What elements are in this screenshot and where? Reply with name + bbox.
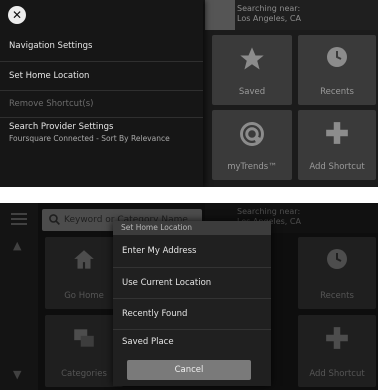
searching-near-label: Searching near: bbox=[237, 4, 301, 13]
plus-icon bbox=[326, 122, 348, 144]
menu-item-label: Remove Shortcut(s) bbox=[9, 99, 94, 109]
options-menu: ✕ Navigation Settings Set Home Location … bbox=[0, 0, 203, 187]
tile-recents-label: Recents bbox=[320, 87, 354, 97]
menu-item-remove-shortcuts[interactable]: Remove Shortcut(s) bbox=[0, 91, 203, 118]
option-recently-found[interactable]: Recently Found bbox=[113, 299, 271, 330]
set-home-location-dialog: Set Home Location Enter My Address Use C… bbox=[113, 221, 271, 386]
option-use-current-location[interactable]: Use Current Location bbox=[113, 268, 271, 299]
cancel-button[interactable]: Cancel bbox=[127, 360, 251, 380]
option-label: Enter My Address bbox=[122, 246, 197, 256]
option-enter-my-address[interactable]: Enter My Address bbox=[113, 235, 271, 268]
menu-item-set-home-location[interactable]: Set Home Location bbox=[0, 62, 203, 91]
option-label: Use Current Location bbox=[122, 278, 212, 288]
menu-item-search-provider-settings[interactable]: Search Provider Settings Foursquare Conn… bbox=[0, 122, 203, 152]
close-icon[interactable]: ✕ bbox=[8, 6, 26, 24]
screen-set-home-location: ▲ ▼ Keyword or Category Name Searching n… bbox=[0, 203, 378, 390]
screen-navigation-menu: Saved Recents myTrends™ Add Shortcut Sea… bbox=[0, 0, 378, 187]
searching-near-location: Los Angeles, CA bbox=[237, 14, 301, 23]
tile-saved[interactable]: Saved bbox=[212, 35, 292, 105]
searching-near: Searching near: Los Angeles, CA bbox=[205, 0, 378, 30]
option-saved-place[interactable]: Saved Place bbox=[113, 330, 271, 355]
option-label: Saved Place bbox=[122, 337, 174, 347]
menu-item-label: Navigation Settings bbox=[9, 41, 93, 51]
menu-item-label: Set Home Location bbox=[9, 71, 90, 81]
menu-item-label: Search Provider Settings bbox=[9, 122, 114, 132]
option-label: Recently Found bbox=[122, 309, 188, 319]
star-icon bbox=[240, 47, 264, 70]
tile-saved-label: Saved bbox=[238, 87, 266, 97]
dialog-title: Set Home Location bbox=[113, 221, 271, 235]
location-thumbnail bbox=[205, 0, 235, 30]
trends-icon bbox=[240, 122, 264, 146]
menu-item-sublabel: Foursquare Connected - Sort By Relevance bbox=[9, 134, 170, 143]
tile-mytrends[interactable]: myTrends™ bbox=[212, 110, 292, 180]
menu-item-navigation-settings[interactable]: Navigation Settings bbox=[0, 31, 203, 62]
clock-icon bbox=[327, 47, 347, 67]
tile-add-shortcut[interactable]: Add Shortcut bbox=[298, 110, 376, 180]
tile-add-shortcut-label: Add Shortcut bbox=[309, 162, 365, 172]
tile-recents[interactable]: Recents bbox=[298, 35, 376, 105]
tile-mytrends-label: myTrends™ bbox=[227, 162, 277, 172]
